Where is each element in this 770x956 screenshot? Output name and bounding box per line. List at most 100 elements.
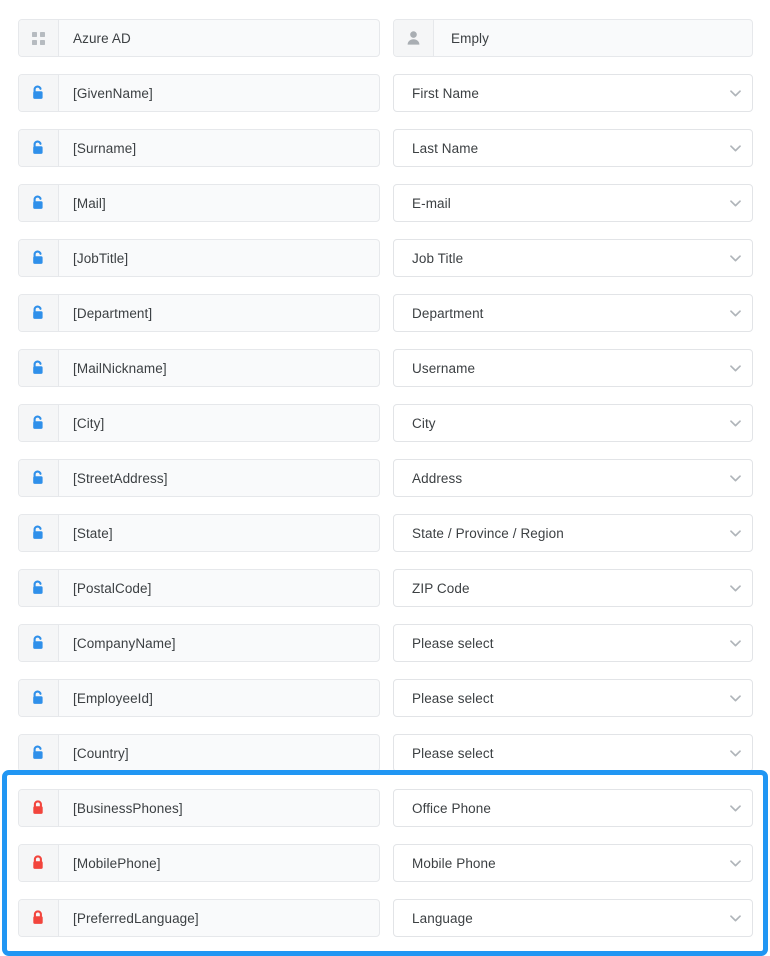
source-system-header: Azure AD <box>18 19 380 57</box>
lock-open-icon[interactable] <box>19 460 59 496</box>
chevron-down-icon[interactable] <box>718 804 752 812</box>
source-field-label: [MailNickname] <box>73 360 167 376</box>
target-field-select[interactable]: Office Phone <box>393 789 753 827</box>
source-field-cell[interactable]: [State] <box>18 514 380 552</box>
target-field-select[interactable]: Please select <box>393 734 753 772</box>
chevron-down-icon[interactable] <box>718 694 752 702</box>
source-field-label: [PostalCode] <box>73 580 152 596</box>
lock-open-icon[interactable] <box>19 75 59 111</box>
source-field-cell[interactable]: [BusinessPhones] <box>18 789 380 827</box>
source-field-cell[interactable]: [JobTitle] <box>18 239 380 277</box>
source-field-cell[interactable]: [StreetAddress] <box>18 459 380 497</box>
lock-open-icon[interactable] <box>19 680 59 716</box>
mapping-row: [JobTitle] Job Title <box>0 239 770 277</box>
source-field-cell[interactable]: [EmployeeId] <box>18 679 380 717</box>
chevron-down-icon[interactable] <box>718 474 752 482</box>
source-field-cell[interactable]: [CompanyName] <box>18 624 380 662</box>
source-field-label: [PreferredLanguage] <box>73 910 199 926</box>
chevron-down-icon[interactable] <box>718 309 752 317</box>
chevron-down-icon[interactable] <box>718 254 752 262</box>
source-field-label: [JobTitle] <box>73 250 129 266</box>
target-field-value: Department <box>412 305 484 321</box>
source-field-cell[interactable]: [PostalCode] <box>18 569 380 607</box>
target-field-value: First Name <box>412 85 480 101</box>
mapping-row: [EmployeeId] Please select <box>0 679 770 717</box>
grid-icon <box>19 20 59 56</box>
lock-open-icon[interactable] <box>19 350 59 386</box>
target-field-select[interactable]: Address <box>393 459 753 497</box>
mapping-row: [StreetAddress] Address <box>0 459 770 497</box>
source-field-cell[interactable]: [Surname] <box>18 129 380 167</box>
person-icon <box>394 20 434 56</box>
source-field-cell[interactable]: [PreferredLanguage] <box>18 899 380 937</box>
source-field-label: [Surname] <box>73 140 137 156</box>
mapping-row: [GivenName] First Name <box>0 74 770 112</box>
source-field-cell[interactable]: [GivenName] <box>18 74 380 112</box>
source-field-label: [GivenName] <box>73 85 153 101</box>
target-field-value: Username <box>412 360 476 376</box>
chevron-down-icon[interactable] <box>718 89 752 97</box>
chevron-down-icon[interactable] <box>718 749 752 757</box>
target-system-header: Emply <box>393 19 753 57</box>
lock-open-icon[interactable] <box>19 295 59 331</box>
target-field-select[interactable]: ZIP Code <box>393 569 753 607</box>
lock-open-icon[interactable] <box>19 625 59 661</box>
target-field-select[interactable]: Please select <box>393 624 753 662</box>
target-field-value: State / Province / Region <box>412 525 564 541</box>
target-field-select[interactable]: Department <box>393 294 753 332</box>
mapping-row: [CompanyName] Please select <box>0 624 770 662</box>
mapping-header-row: Azure AD Emply <box>0 19 770 57</box>
lock-closed-icon[interactable] <box>19 790 59 826</box>
target-field-select[interactable]: Please select <box>393 679 753 717</box>
target-field-select[interactable]: Language <box>393 899 753 937</box>
target-field-select[interactable]: E-mail <box>393 184 753 222</box>
chevron-down-icon[interactable] <box>718 419 752 427</box>
chevron-down-icon[interactable] <box>718 914 752 922</box>
source-field-cell[interactable]: [Country] <box>18 734 380 772</box>
lock-closed-icon[interactable] <box>19 845 59 881</box>
chevron-down-icon[interactable] <box>718 639 752 647</box>
mapping-row: [Department] Department <box>0 294 770 332</box>
chevron-down-icon[interactable] <box>718 199 752 207</box>
source-field-label: [BusinessPhones] <box>73 800 183 816</box>
source-field-cell[interactable]: [Mail] <box>18 184 380 222</box>
chevron-down-icon[interactable] <box>718 364 752 372</box>
source-field-cell[interactable]: [City] <box>18 404 380 442</box>
target-field-value: Please select <box>412 690 494 706</box>
mapping-row: [PostalCode] ZIP Code <box>0 569 770 607</box>
chevron-down-icon[interactable] <box>718 859 752 867</box>
source-field-label: [Country] <box>73 745 129 761</box>
target-field-select[interactable]: Job Title <box>393 239 753 277</box>
mapping-row: [Mail] E-mail <box>0 184 770 222</box>
lock-open-icon[interactable] <box>19 515 59 551</box>
source-field-cell[interactable]: [MobilePhone] <box>18 844 380 882</box>
lock-open-icon[interactable] <box>19 735 59 771</box>
target-field-select[interactable]: First Name <box>393 74 753 112</box>
source-field-label: [MobilePhone] <box>73 855 161 871</box>
target-field-select[interactable]: Username <box>393 349 753 387</box>
target-field-select[interactable]: Mobile Phone <box>393 844 753 882</box>
target-field-value: E-mail <box>412 195 451 211</box>
lock-open-icon[interactable] <box>19 405 59 441</box>
lock-closed-icon[interactable] <box>19 900 59 936</box>
mapping-row: [City] City <box>0 404 770 442</box>
target-field-select[interactable]: City <box>393 404 753 442</box>
source-field-label: [StreetAddress] <box>73 470 168 486</box>
target-field-select[interactable]: Last Name <box>393 129 753 167</box>
target-field-value: Please select <box>412 635 494 651</box>
lock-open-icon[interactable] <box>19 130 59 166</box>
chevron-down-icon[interactable] <box>718 144 752 152</box>
target-field-select[interactable]: State / Province / Region <box>393 514 753 552</box>
source-field-label: [Department] <box>73 305 153 321</box>
lock-open-icon[interactable] <box>19 185 59 221</box>
lock-open-icon[interactable] <box>19 570 59 606</box>
mapping-row: [State] State / Province / Region <box>0 514 770 552</box>
target-field-value: ZIP Code <box>412 580 470 596</box>
chevron-down-icon[interactable] <box>718 529 752 537</box>
source-field-cell[interactable]: [Department] <box>18 294 380 332</box>
source-field-cell[interactable]: [MailNickname] <box>18 349 380 387</box>
mapping-row: [PreferredLanguage] Language <box>0 899 770 937</box>
target-field-value: Office Phone <box>412 800 492 816</box>
chevron-down-icon[interactable] <box>718 584 752 592</box>
lock-open-icon[interactable] <box>19 240 59 276</box>
